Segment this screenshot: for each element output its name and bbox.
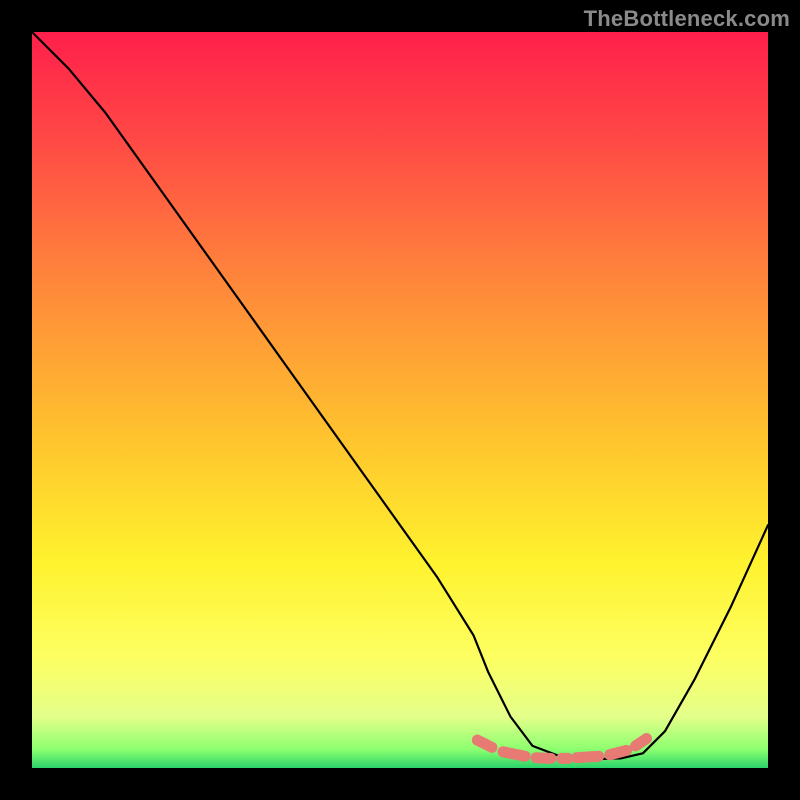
watermark-text: TheBottleneck.com bbox=[584, 6, 790, 32]
chart-frame: TheBottleneck.com bbox=[0, 0, 800, 800]
plot-area bbox=[32, 32, 768, 768]
heat-gradient-background bbox=[32, 32, 768, 768]
